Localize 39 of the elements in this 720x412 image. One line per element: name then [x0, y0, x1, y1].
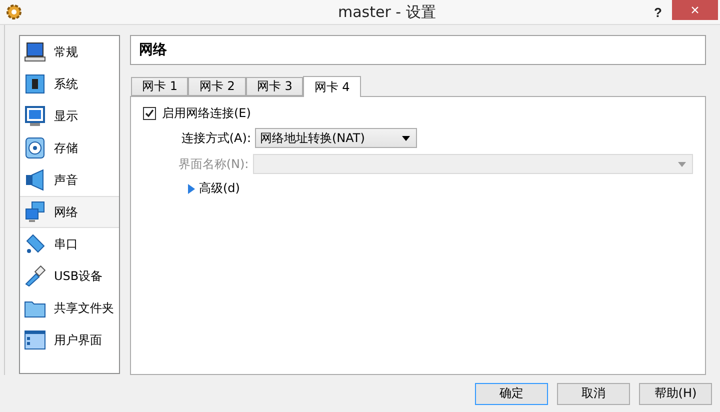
help-button[interactable]: ? — [644, 0, 672, 24]
speaker-icon — [24, 169, 46, 191]
sidebar-item[interactable]: 显示 — [20, 100, 119, 132]
tab[interactable]: 网卡 2 — [188, 77, 246, 96]
close-button[interactable]: × — [672, 0, 718, 20]
window-icon — [24, 329, 46, 351]
dialog-button[interactable]: 帮助(H) — [639, 382, 712, 404]
page-title: 网络 — [139, 41, 167, 59]
window-title: master - 设置 — [338, 2, 436, 22]
chip-icon — [24, 73, 46, 95]
dialog-button[interactable]: 取消 — [557, 382, 630, 404]
sidebar-item[interactable]: 网络 — [20, 196, 119, 228]
network-icon — [24, 201, 46, 223]
usb-plug-icon — [24, 265, 46, 287]
sidebar-item[interactable]: 声音 — [20, 164, 119, 196]
tab[interactable]: 网卡 3 — [246, 77, 304, 96]
sidebar-item[interactable]: 系统 — [20, 68, 119, 100]
dropdown[interactable]: 网络地址转换(NAT) — [255, 128, 417, 148]
tab[interactable]: 网卡 4 — [303, 76, 361, 97]
checkbox-label: 启用网络连接(E) — [162, 105, 251, 122]
monitor-icon — [24, 105, 46, 127]
sidebar-item[interactable]: USB设备 — [20, 260, 119, 292]
checkbox[interactable] — [143, 107, 156, 120]
tab[interactable]: 网卡 1 — [131, 77, 188, 96]
field-label: 界面名称(N): — [177, 156, 249, 172]
field-label: 连接方式(A): — [180, 130, 251, 146]
sidebar-item[interactable]: 常规 — [20, 36, 119, 68]
laptop-icon — [24, 41, 46, 63]
sidebar-item[interactable]: 串口 — [20, 228, 119, 260]
triangle-icon — [187, 184, 195, 194]
serial-port-icon — [24, 233, 46, 255]
caret-icon — [678, 162, 686, 166]
gear-icon — [6, 4, 22, 20]
sidebar-item[interactable]: 存储 — [20, 132, 119, 164]
sidebar-item[interactable]: 共享文件夹 — [20, 292, 119, 324]
sidebar-item[interactable]: 用户界面 — [20, 324, 119, 356]
caret-icon — [402, 136, 410, 140]
advanced-expander[interactable]: 高级(d) — [187, 180, 693, 197]
dialog-button[interactable]: 确定 — [475, 382, 548, 404]
